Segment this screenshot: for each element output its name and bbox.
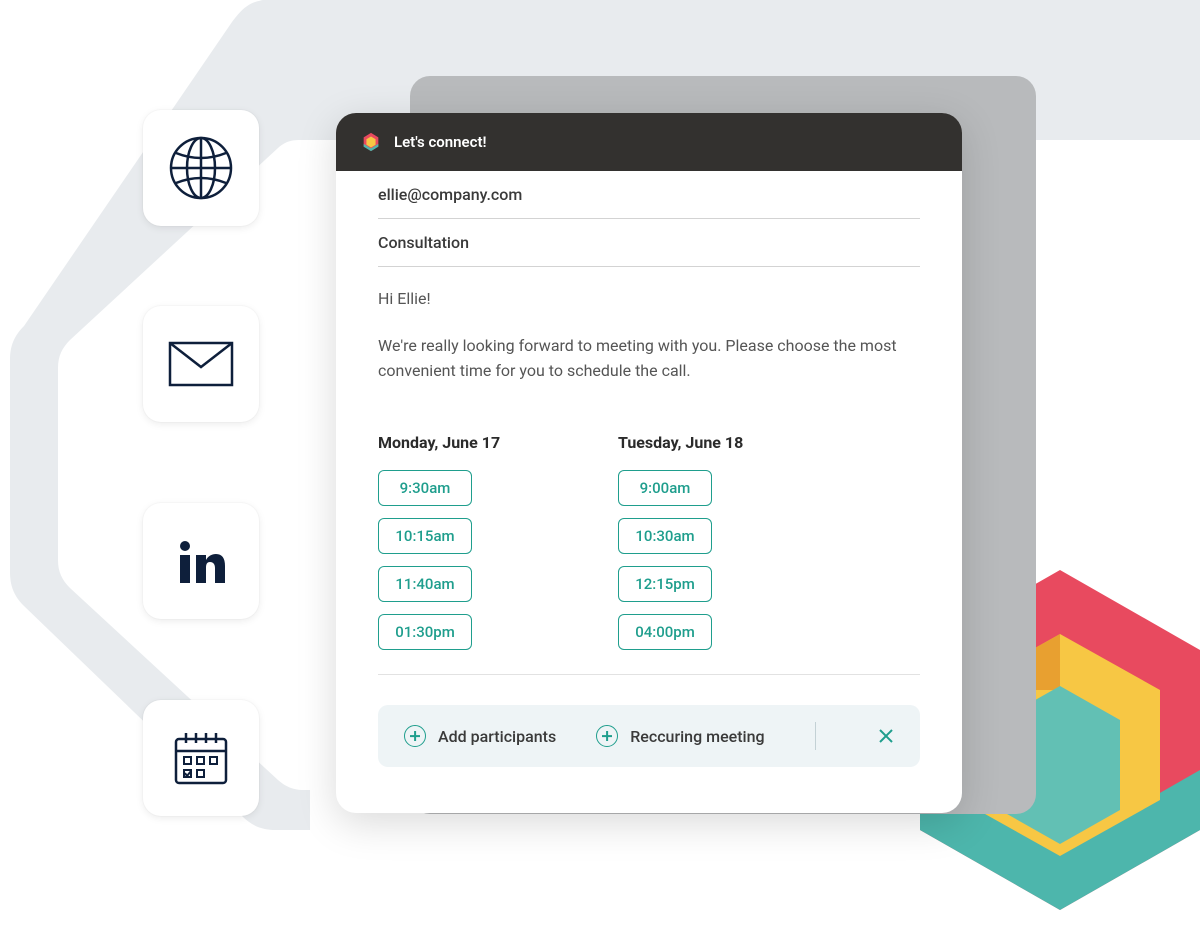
body-text: We're really looking forward to meeting … bbox=[378, 334, 920, 384]
time-slot[interactable]: 9:30am bbox=[378, 470, 472, 506]
close-icon bbox=[879, 729, 893, 743]
day-column-1: Monday, June 17 9:30am 10:15am 11:40am 0… bbox=[378, 433, 558, 650]
add-participants-label: Add participants bbox=[438, 727, 556, 746]
globe-icon bbox=[168, 135, 234, 201]
mail-icon bbox=[168, 341, 234, 387]
modal-title: Let's connect! bbox=[394, 133, 487, 151]
day-column-2: Tuesday, June 18 9:00am 10:30am 12:15pm … bbox=[618, 433, 798, 650]
availability-columns: Monday, June 17 9:30am 10:15am 11:40am 0… bbox=[378, 417, 920, 675]
time-slot[interactable]: 9:00am bbox=[618, 470, 712, 506]
time-slot[interactable]: 11:40am bbox=[378, 566, 472, 602]
recurring-label: Reccuring meeting bbox=[630, 727, 764, 746]
add-participants-button[interactable]: Add participants bbox=[404, 725, 556, 747]
linkedin-icon bbox=[176, 536, 226, 586]
tile-linkedin[interactable] bbox=[143, 503, 259, 619]
time-slot[interactable]: 01:30pm bbox=[378, 614, 472, 650]
plus-circle-icon bbox=[596, 725, 618, 747]
time-slot[interactable]: 10:15am bbox=[378, 518, 472, 554]
day-label: Monday, June 17 bbox=[378, 433, 558, 452]
app-logo-icon bbox=[360, 131, 382, 153]
time-slot[interactable]: 12:15pm bbox=[618, 566, 712, 602]
greeting-text: Hi Ellie! bbox=[378, 287, 920, 312]
connect-modal: Let's connect! ellie@company.com Consult… bbox=[336, 113, 962, 813]
recurring-meeting-button[interactable]: Reccuring meeting bbox=[596, 725, 764, 747]
tile-mail[interactable] bbox=[143, 306, 259, 422]
modal-header: Let's connect! bbox=[336, 113, 962, 171]
message-body: Hi Ellie! We're really looking forward t… bbox=[378, 267, 920, 417]
day-label: Tuesday, June 18 bbox=[618, 433, 798, 452]
modal-footer: Add participants Reccuring meeting bbox=[378, 705, 920, 767]
calendar-icon bbox=[172, 729, 230, 787]
tile-globe[interactable] bbox=[143, 110, 259, 226]
footer-divider bbox=[815, 722, 816, 750]
subject-field[interactable]: Consultation bbox=[378, 219, 920, 267]
time-slot[interactable]: 04:00pm bbox=[618, 614, 712, 650]
close-button[interactable] bbox=[878, 728, 894, 744]
email-field[interactable]: ellie@company.com bbox=[378, 171, 920, 219]
tile-calendar[interactable] bbox=[143, 700, 259, 816]
plus-circle-icon bbox=[404, 725, 426, 747]
time-slot[interactable]: 10:30am bbox=[618, 518, 712, 554]
